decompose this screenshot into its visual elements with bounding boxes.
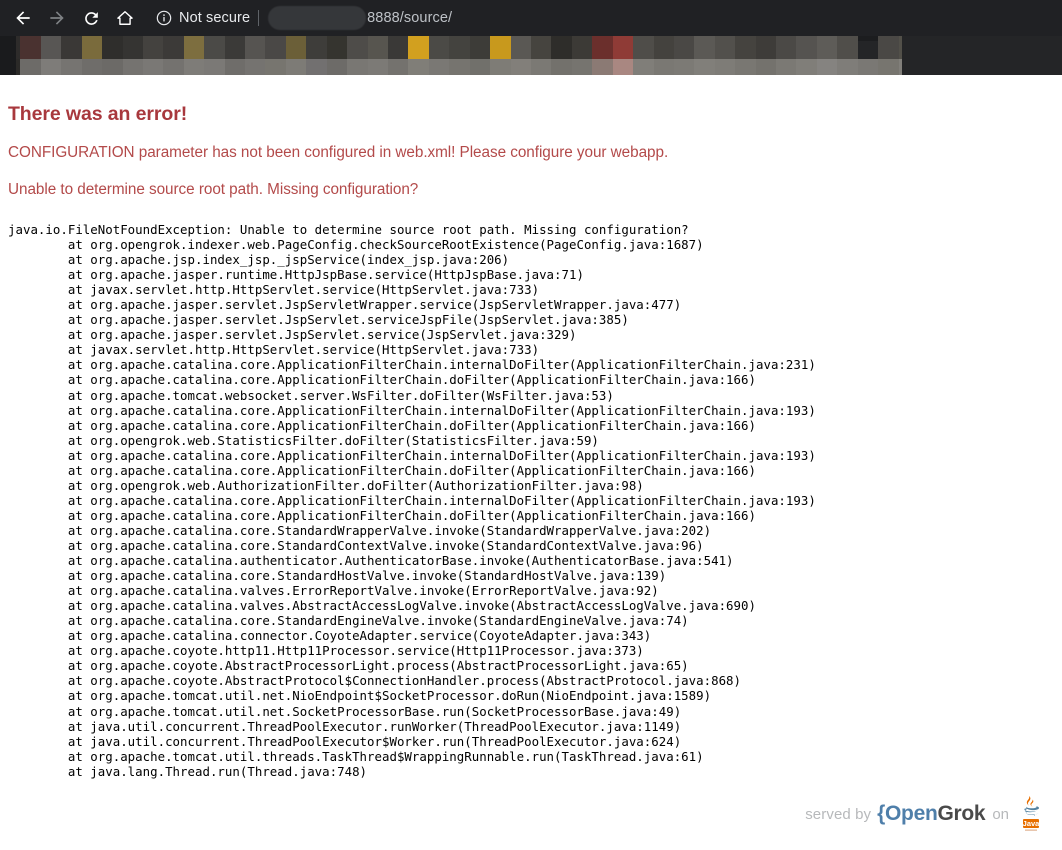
opengrok-logo-open[interactable]: {Open: [877, 802, 937, 826]
band-right-edge: [902, 36, 1062, 76]
opengrok-footer: served by {OpenGrok on Java: [805, 793, 1046, 835]
redacted-pixel: [82, 36, 102, 59]
java-logo-icon: Java: [1016, 793, 1046, 835]
redacted-pixel: [41, 36, 61, 59]
redacted-pixel: [592, 36, 612, 59]
redacted-pixel: [204, 36, 224, 59]
security-status-chip[interactable]: Not secure: [150, 10, 250, 26]
redacted-pixel: [265, 36, 285, 59]
redacted-pixel: [368, 36, 388, 59]
redacted-pixel: [735, 36, 755, 59]
redacted-pixel: [776, 36, 796, 59]
redacted-pixel: [817, 36, 837, 59]
redacted-pixel: [20, 36, 40, 59]
redacted-pixel: [878, 36, 898, 59]
redacted-pixel: [388, 36, 408, 59]
redacted-pixel: [715, 36, 735, 59]
redacted-pixel: [858, 36, 878, 59]
svg-text:Java: Java: [1023, 819, 1041, 828]
url-visible-text: 8888/source/: [367, 10, 452, 26]
page-title: There was an error!: [8, 82, 1054, 126]
redacted-bookmarks-bar: [0, 36, 1062, 82]
redacted-pixel: [245, 36, 265, 59]
redacted-pixel: [306, 36, 326, 59]
redacted-pixel: [163, 36, 183, 59]
served-by-label: served by: [805, 806, 871, 823]
error-message-sourceroot: Unable to determine source root path. Mi…: [8, 162, 1054, 199]
redacted-pixel: [102, 36, 122, 59]
reload-icon: [82, 9, 101, 28]
home-button[interactable]: [108, 1, 142, 35]
redacted-pixel: [796, 36, 816, 59]
back-arrow-icon: [13, 8, 33, 28]
redacted-pixel: [633, 36, 653, 59]
redacted-pixel: [123, 36, 143, 59]
redacted-pixel: [143, 36, 163, 59]
on-label: on: [992, 806, 1009, 823]
redacted-pixel: [572, 36, 592, 59]
forward-arrow-icon: [47, 8, 67, 28]
java-stack-trace: java.io.FileNotFoundException: Unable to…: [8, 199, 1054, 779]
band-bottom-edge: [0, 75, 1062, 82]
redacted-pixel: [694, 36, 714, 59]
navigation-buttons: [0, 1, 142, 35]
opengrok-logo-grok[interactable]: Grok: [937, 802, 985, 826]
redacted-pixel: [225, 36, 245, 59]
redacted-pixel: [613, 36, 633, 59]
redacted-pixel: [511, 36, 531, 59]
reload-button[interactable]: [74, 1, 108, 35]
redacted-pixel: [490, 36, 510, 59]
forward-button[interactable]: [40, 1, 74, 35]
error-message-configuration: CONFIGURATION parameter has not been con…: [8, 126, 1054, 162]
redacted-pixel: [531, 36, 551, 59]
info-circle-icon: [156, 10, 172, 26]
security-status-label: Not secure: [179, 10, 250, 26]
redacted-pixel: [654, 36, 674, 59]
redacted-pixel: [347, 36, 367, 59]
redacted-hostname: [268, 6, 366, 30]
back-button[interactable]: [6, 1, 40, 35]
omnibox-divider: [258, 10, 259, 26]
redacted-pixel: [184, 36, 204, 59]
redacted-pixel: [429, 36, 449, 59]
redacted-pixel: [327, 36, 347, 59]
redacted-pixel: [756, 36, 776, 59]
redacted-pixel: [286, 36, 306, 59]
url-text-container[interactable]: 8888/source/: [268, 4, 1052, 32]
redacted-pixel: [837, 36, 857, 59]
redacted-pixel: [470, 36, 490, 59]
address-bar[interactable]: Not secure 8888/source/: [150, 4, 1052, 32]
page-content: There was an error! CONFIGURATION parame…: [0, 82, 1062, 850]
redacted-pixel: [674, 36, 694, 59]
redacted-pixel: [408, 36, 428, 59]
redacted-pixel: [61, 36, 81, 59]
browser-toolbar: Not secure 8888/source/: [0, 0, 1062, 36]
redacted-pixel: [551, 36, 571, 59]
home-icon: [115, 8, 135, 28]
redacted-pixel: [449, 36, 469, 59]
